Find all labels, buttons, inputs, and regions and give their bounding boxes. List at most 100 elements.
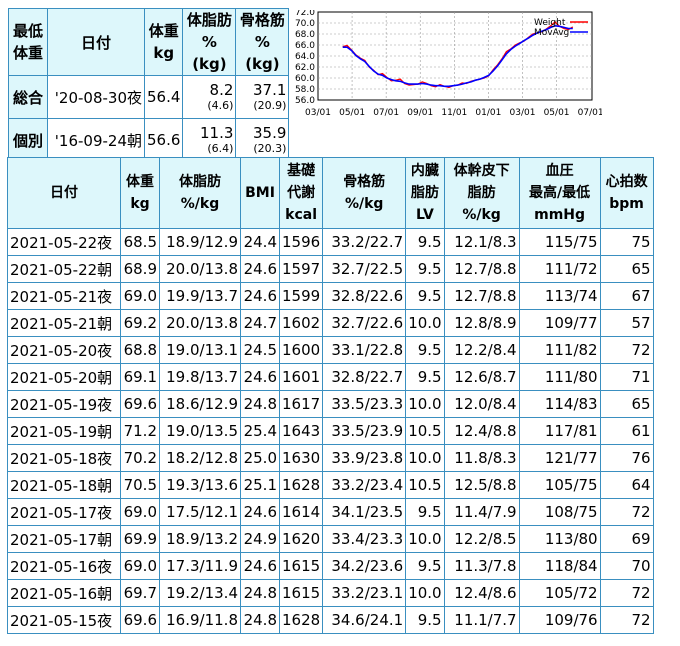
cell-blood-pressure: 109/76 [518, 606, 601, 634]
summary-date: '20-08-30夜 [47, 75, 145, 119]
summary-corner-label: 最低 体重 [8, 8, 48, 76]
summary-muscle-cell: 35.9 (20.3) [235, 118, 290, 162]
header-unit: kcal [285, 207, 318, 223]
cell-basal-metabolism: 1602 [278, 309, 324, 337]
header-label: BMI [245, 185, 275, 201]
header-label: 骨格筋 [343, 174, 386, 190]
x-tick-label: 03/01 [510, 108, 536, 118]
cell-visceral-fat: 9.5 [405, 552, 445, 580]
cell-skeletal-muscle: 33.4/23.3 [322, 525, 407, 553]
summary-muscle-cell: 37.1 (20.9) [235, 75, 290, 119]
header-skeletal-muscle: 骨格筋 %/kg [322, 157, 407, 229]
cell-trunk-subcutaneous-fat: 12.8/8.9 [443, 309, 520, 337]
summary-muscle-kg: (20.9) [253, 98, 287, 112]
cell-date: 2021-05-21夜 [7, 282, 121, 310]
table-row: 2021-05-17夜 69.0 17.5/12.1 24.6 1614 34.1/23.… [7, 498, 654, 526]
cell-body-fat: 19.0/13.5 [159, 417, 241, 445]
cell-date: 2021-05-20夜 [7, 336, 121, 364]
table-row: 2021-05-18朝 70.5 19.3/13.6 25.1 1628 33.2/23.… [7, 471, 654, 499]
cell-date: 2021-05-18朝 [7, 471, 121, 499]
y-tick-label: 64.0 [295, 52, 315, 62]
cell-trunk-subcutaneous-fat: 12.1/8.3 [443, 228, 520, 256]
cell-blood-pressure: 113/80 [518, 525, 601, 553]
cell-trunk-subcutaneous-fat: 11.3/7.8 [443, 552, 520, 580]
cell-basal-metabolism: 1615 [278, 552, 324, 580]
table-row: 2021-05-22朝 68.9 20.0/13.8 24.6 1597 32.7/22.… [7, 255, 654, 283]
cell-skeletal-muscle: 33.2/23.1 [322, 579, 407, 607]
cell-visceral-fat: 9.5 [405, 336, 445, 364]
cell-basal-metabolism: 1620 [278, 525, 324, 553]
cell-blood-pressure: 117/81 [518, 417, 601, 445]
cell-visceral-fat: 9.5 [405, 606, 445, 634]
summary-fat-kg: (4.6) [207, 98, 234, 112]
summary-weight: 56.6 [143, 118, 184, 162]
legend-label-movavg: MovAvg [534, 28, 569, 38]
cell-heart-rate: 72 [599, 579, 654, 607]
cell-skeletal-muscle: 34.6/24.1 [322, 606, 407, 634]
cell-bmi: 24.8 [240, 606, 280, 634]
cell-basal-metabolism: 1617 [278, 390, 324, 418]
cell-bmi: 25.1 [240, 471, 280, 499]
cell-basal-metabolism: 1628 [278, 471, 324, 499]
cell-weight: 71.2 [120, 417, 160, 445]
summary-fat-kg: (6.4) [207, 141, 234, 155]
cell-heart-rate: 72 [599, 336, 654, 364]
cell-trunk-subcutaneous-fat: 12.4/8.8 [443, 417, 520, 445]
summary-fat-pct: 11.3 [200, 123, 234, 142]
cell-visceral-fat: 9.5 [405, 228, 445, 256]
cell-heart-rate: 72 [599, 606, 654, 634]
header-heart-rate: 心拍数 bpm [599, 157, 654, 229]
cell-blood-pressure: 113/74 [518, 282, 601, 310]
header-visceral-fat: 内臓 脂肪 LV [405, 157, 445, 229]
x-tick-label: 07/01 [578, 108, 602, 118]
y-tick-label: 60.0 [295, 74, 315, 84]
cell-body-fat: 18.6/12.9 [159, 390, 241, 418]
cell-body-fat: 18.2/12.8 [159, 444, 241, 472]
cell-weight: 69.6 [120, 606, 160, 634]
header-unit: mmHg [534, 207, 586, 223]
header-label: 体重 [126, 174, 154, 190]
y-tick-label: 58.0 [295, 85, 315, 95]
cell-blood-pressure: 111/80 [518, 363, 601, 391]
cell-bmi: 25.0 [240, 444, 280, 472]
cell-blood-pressure: 111/82 [518, 336, 601, 364]
cell-basal-metabolism: 1597 [278, 255, 324, 283]
x-tick-label: 09/01 [407, 108, 433, 118]
measurement-body: 2021-05-22夜 68.5 18.9/12.9 24.4 1596 33.2/22.… [7, 228, 654, 634]
cell-heart-rate: 61 [599, 417, 654, 445]
cell-date: 2021-05-22朝 [7, 255, 121, 283]
header-label: 体脂肪 [179, 174, 221, 190]
cell-skeletal-muscle: 33.9/23.8 [322, 444, 407, 472]
cell-basal-metabolism: 1601 [278, 363, 324, 391]
cell-date: 2021-05-18夜 [7, 444, 121, 472]
cell-heart-rate: 70 [599, 552, 654, 580]
cell-heart-rate: 76 [599, 444, 654, 472]
table-row: 2021-05-15夜 69.6 16.9/11.8 24.8 1628 34.6/24.… [7, 606, 654, 634]
cell-trunk-subcutaneous-fat: 11.8/8.3 [443, 444, 520, 472]
cell-skeletal-muscle: 32.8/22.7 [322, 363, 407, 391]
summary-fat-pct: 8.2 [209, 80, 234, 99]
summary-row-label: 総合 [8, 75, 48, 119]
cell-blood-pressure: 109/77 [518, 309, 601, 337]
cell-date: 2021-05-19朝 [7, 417, 121, 445]
cell-blood-pressure: 108/75 [518, 498, 601, 526]
cell-visceral-fat: 9.5 [405, 498, 445, 526]
cell-visceral-fat: 10.0 [405, 309, 445, 337]
weight-chart-svg: 72.070.068.066.064.062.060.058.056.0 03/0… [295, 10, 602, 118]
table-row: 2021-05-18夜 70.2 18.2/12.8 25.0 1630 33.9/23.… [7, 444, 654, 472]
table-row: 2021-05-20夜 68.8 19.0/13.1 24.5 1600 33.1/22.… [7, 336, 654, 364]
cell-basal-metabolism: 1628 [278, 606, 324, 634]
cell-body-fat: 19.8/13.7 [159, 363, 241, 391]
summary-muscle-pct: 37.1 [253, 80, 287, 99]
cell-basal-metabolism: 1615 [278, 579, 324, 607]
y-tick-label: 72.0 [295, 10, 315, 18]
cell-basal-metabolism: 1643 [278, 417, 324, 445]
x-tick-label: 05/01 [544, 108, 570, 118]
x-tick-label: 07/01 [373, 108, 399, 118]
header-bmi: BMI [240, 157, 280, 229]
header-trunk-subcutaneous-fat: 体幹皮下 脂肪 %/kg [443, 157, 520, 229]
cell-bmi: 24.6 [240, 498, 280, 526]
y-tick-label: 70.0 [295, 19, 315, 29]
cell-heart-rate: 72 [599, 498, 654, 526]
cell-skeletal-muscle: 32.8/22.6 [322, 282, 407, 310]
